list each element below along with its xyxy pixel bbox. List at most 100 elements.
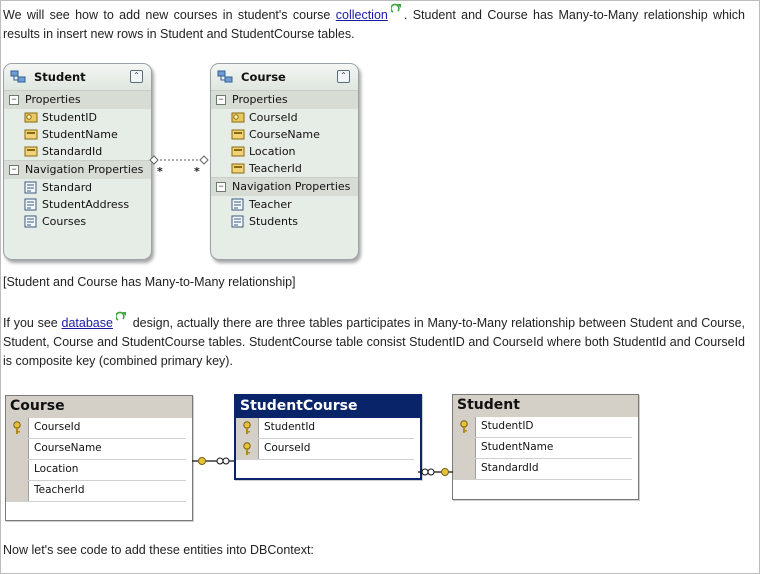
- table-column-row[interactable]: StudentID: [453, 417, 632, 438]
- many-to-many-association[interactable]: * *: [148, 152, 212, 178]
- table-column-row[interactable]: CourseId: [6, 418, 186, 439]
- navigation-section-header[interactable]: − Navigation Properties: [4, 160, 151, 179]
- row-selector: [6, 439, 29, 459]
- navigation-label: StudentAddress: [42, 198, 130, 211]
- diagram-caption: [Student and Course has Many-to-Many rel…: [3, 275, 296, 289]
- navigation-row[interactable]: StudentAddress: [4, 196, 151, 213]
- relationship-course-studentcourse[interactable]: [190, 452, 236, 470]
- external-link-icon[interactable]: [390, 3, 402, 14]
- table-student[interactable]: Student StudentID StudentName StandardId: [452, 394, 639, 500]
- column-name: StudentName: [481, 441, 554, 453]
- collapse-icon[interactable]: ⌃: [337, 70, 350, 83]
- navigation-property-icon: [231, 198, 244, 211]
- primary-key-icon: [243, 421, 251, 434]
- entity-course[interactable]: Course ⌃ − Properties CourseId CourseName…: [210, 63, 359, 260]
- properties-section-header[interactable]: − Properties: [211, 90, 358, 109]
- multiplicity-right: *: [194, 165, 200, 178]
- section-label: Navigation Properties: [25, 163, 144, 176]
- collapse-section-icon[interactable]: −: [216, 95, 226, 105]
- association-end-left: [149, 155, 159, 165]
- property-row[interactable]: Location: [211, 143, 358, 160]
- navigation-row[interactable]: Courses: [4, 213, 151, 230]
- primary-key-icon: [243, 442, 251, 455]
- code-intro-paragraph: Now let's see code to add these entities…: [3, 543, 314, 557]
- column-name: StudentId: [264, 421, 316, 433]
- db-text-start: If you see: [3, 316, 62, 330]
- table-header: Course: [6, 396, 192, 418]
- table-column-row[interactable]: TeacherId: [6, 481, 186, 502]
- row-selector: [6, 481, 29, 501]
- key-property-icon: [231, 112, 245, 123]
- navigation-property-icon: [24, 215, 37, 228]
- property-row[interactable]: StudentName: [4, 126, 151, 143]
- primary-key-icon: [13, 421, 21, 434]
- collapse-section-icon[interactable]: −: [216, 182, 226, 192]
- column-name: StandardId: [481, 462, 539, 474]
- navigation-label: Standard: [42, 181, 93, 194]
- navigation-label: Courses: [42, 215, 87, 228]
- property-label: StudentID: [42, 111, 98, 124]
- table-title: Student: [457, 397, 520, 413]
- navigation-row[interactable]: Teacher: [211, 196, 358, 213]
- key-end-icon: [198, 457, 206, 465]
- property-icon: [231, 129, 245, 140]
- property-row[interactable]: StudentID: [4, 109, 151, 126]
- property-icon: [231, 163, 245, 174]
- db-text-end: design, actually there are three tables …: [3, 316, 745, 368]
- collection-link[interactable]: collection: [336, 8, 388, 22]
- property-label: CourseName: [249, 128, 320, 141]
- intro-text-start: We will see how to add new courses in st…: [3, 8, 336, 22]
- table-header: StudentCourse: [236, 396, 420, 418]
- table-column-row[interactable]: CourseId: [236, 439, 414, 460]
- infinity-end-left: [216, 457, 224, 465]
- property-label: StandardId: [42, 145, 103, 158]
- collapse-icon[interactable]: ⌃: [130, 70, 143, 83]
- row-selector: [6, 460, 29, 480]
- section-label: Properties: [232, 93, 288, 106]
- entity-icon: [10, 70, 26, 83]
- table-course[interactable]: Course CourseId CourseName Location Teac…: [5, 395, 193, 521]
- table-header: Student: [453, 395, 638, 417]
- property-label: TeacherId: [249, 162, 302, 175]
- column-name: CourseId: [264, 442, 311, 454]
- property-label: CourseId: [249, 111, 298, 124]
- properties-section-header[interactable]: − Properties: [4, 90, 151, 109]
- entity-icon: [217, 70, 233, 83]
- navigation-label: Students: [249, 215, 299, 228]
- collapse-section-icon[interactable]: −: [9, 95, 19, 105]
- navigation-property-icon: [24, 181, 37, 194]
- entity-header: Course ⌃: [211, 64, 358, 90]
- external-link-icon[interactable]: [115, 311, 127, 322]
- property-row[interactable]: CourseName: [211, 126, 358, 143]
- property-label: Location: [249, 145, 296, 158]
- table-column-row[interactable]: CourseName: [6, 439, 186, 460]
- infinity-end-right: [222, 457, 230, 465]
- table-column-row[interactable]: StudentName: [453, 438, 632, 459]
- navigation-property-icon: [231, 215, 244, 228]
- row-selector: [453, 459, 476, 479]
- navigation-row[interactable]: Standard: [4, 179, 151, 196]
- entity-student[interactable]: Student ⌃ − Properties StudentID StudentN…: [3, 63, 152, 260]
- column-name: TeacherId: [34, 484, 85, 496]
- key-property-icon: [24, 112, 38, 123]
- relationship-studentcourse-student[interactable]: [418, 463, 454, 481]
- database-link[interactable]: database: [62, 316, 113, 330]
- column-name: StudentID: [481, 420, 534, 432]
- navigation-row[interactable]: Students: [211, 213, 358, 230]
- collapse-section-icon[interactable]: −: [9, 165, 19, 175]
- key-end-icon: [441, 468, 449, 476]
- entity-header: Student ⌃: [4, 64, 151, 90]
- row-selector: [453, 438, 476, 458]
- intro-paragraph: We will see how to add new courses in st…: [3, 3, 745, 44]
- property-row[interactable]: StandardId: [4, 143, 151, 160]
- property-row[interactable]: CourseId: [211, 109, 358, 126]
- infinity-end-left: [421, 468, 429, 476]
- property-row[interactable]: TeacherId: [211, 160, 358, 177]
- table-column-row[interactable]: StudentId: [236, 418, 414, 439]
- table-column-row[interactable]: StandardId: [453, 459, 632, 480]
- table-studentcourse[interactable]: StudentCourse StudentId CourseId: [234, 394, 422, 480]
- property-icon: [24, 146, 38, 157]
- table-column-row[interactable]: Location: [6, 460, 186, 481]
- column-name: Location: [34, 463, 79, 475]
- navigation-section-header[interactable]: − Navigation Properties: [211, 177, 358, 196]
